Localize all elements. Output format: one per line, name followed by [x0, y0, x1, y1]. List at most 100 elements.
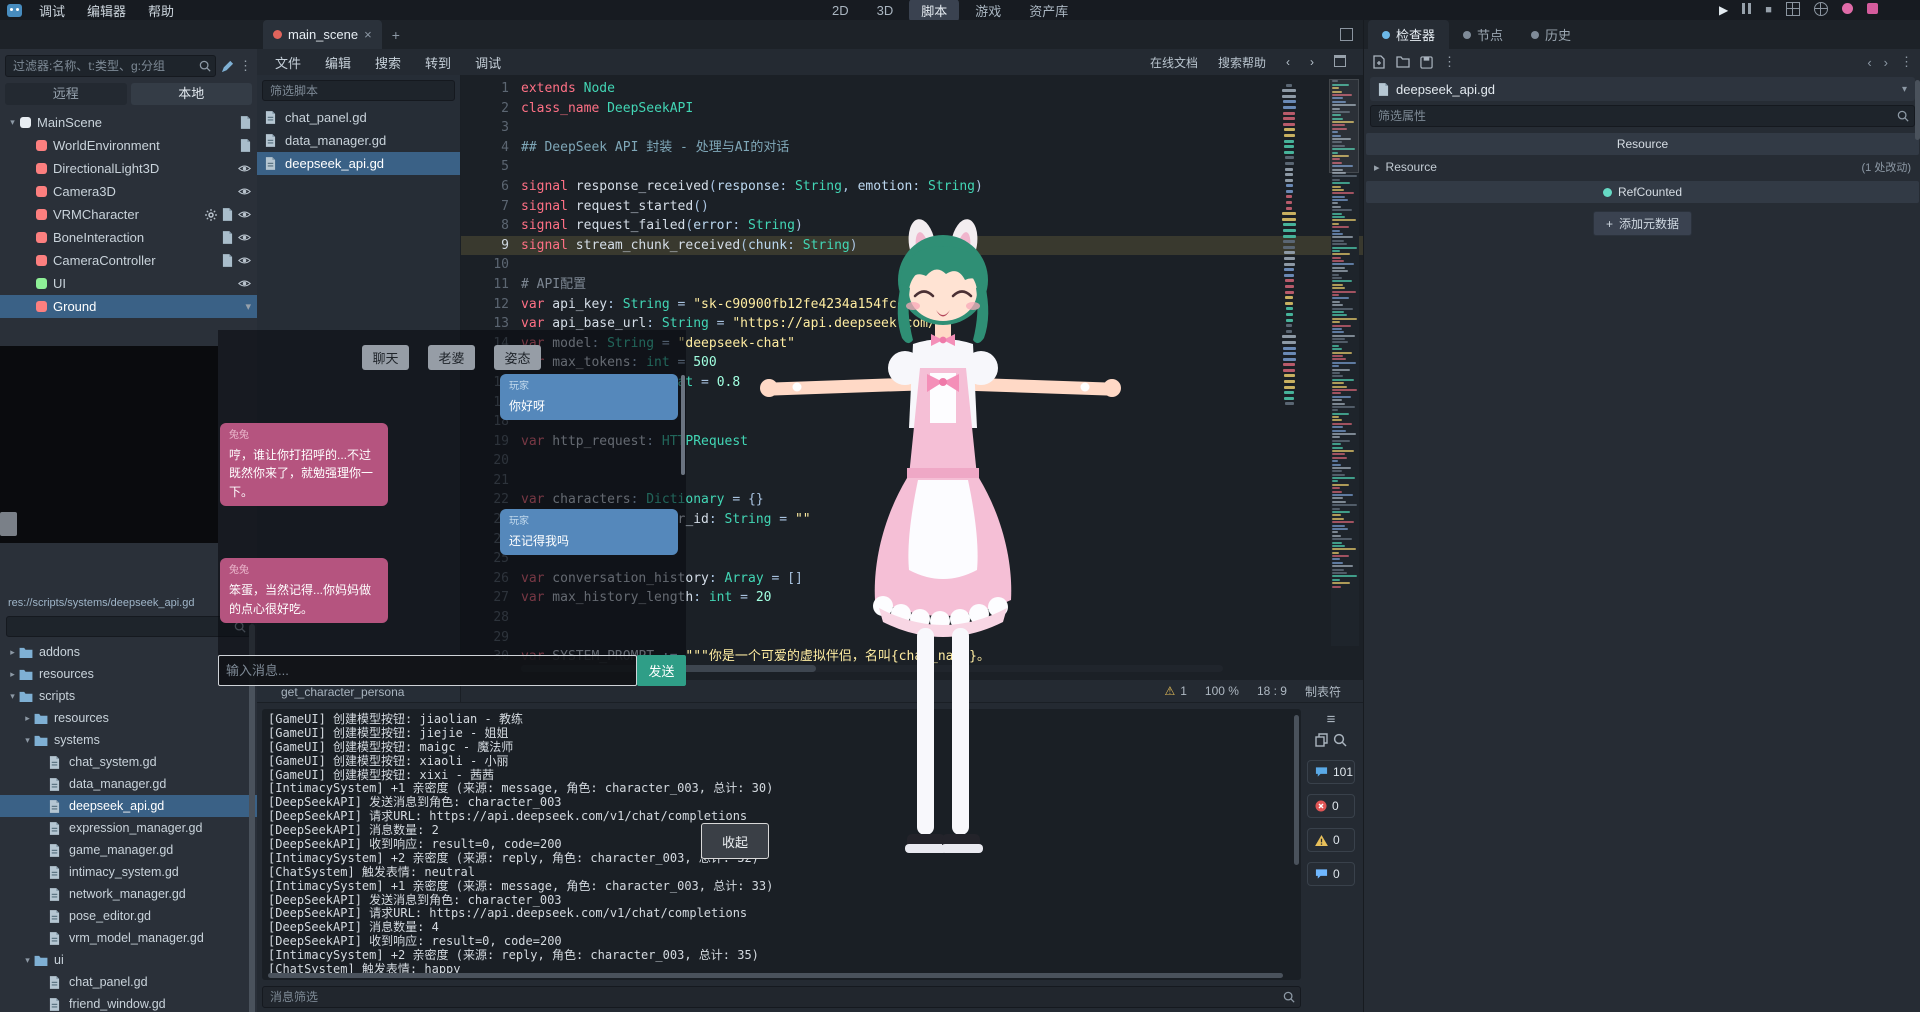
play-scene-button[interactable] [1786, 2, 1800, 19]
menu-调试[interactable]: 调试 [28, 1, 76, 20]
play-custom-button[interactable] [1814, 2, 1828, 19]
stop-button[interactable]: ■ [1765, 4, 1772, 16]
chevron-icon[interactable]: ▾ [245, 300, 251, 313]
tool-icon[interactable] [205, 209, 217, 221]
file-scripts[interactable]: ▾scripts [0, 685, 257, 707]
workspace-tab-3D[interactable]: 3D [865, 1, 906, 20]
eye-icon[interactable] [238, 278, 251, 289]
file-resources[interactable]: ▸resources [0, 707, 257, 729]
chat-scrollbar[interactable] [681, 375, 685, 475]
inspector-forward-icon[interactable]: › [1884, 55, 1888, 70]
scene-tab-main-scene[interactable]: main_scene × [263, 20, 382, 49]
tab-inspector[interactable]: 检查器 [1368, 20, 1449, 49]
output-counter-debug[interactable]: 0 [1307, 862, 1355, 886]
output-counter-warning[interactable]: 0 [1307, 828, 1355, 852]
game-tab-聊天[interactable]: 聊天 [362, 345, 409, 370]
script-menu-转到[interactable]: 转到 [413, 53, 463, 72]
code-line-5[interactable]: 5 [461, 157, 1363, 177]
script-menu-文件[interactable]: 文件 [263, 53, 313, 72]
file-chat_panel.gd[interactable]: chat_panel.gd [0, 971, 257, 993]
script-menu-调试[interactable]: 调试 [463, 53, 513, 72]
menu-编辑器[interactable]: 编辑器 [76, 1, 137, 20]
output-counter-error[interactable]: 0 [1307, 794, 1355, 818]
send-button[interactable]: 发送 [637, 655, 686, 686]
file-friend_window.gd[interactable]: friend_window.gd [0, 993, 257, 1012]
eye-icon[interactable] [238, 232, 251, 243]
scene-node-VRMCharacter[interactable]: VRMCharacter [0, 203, 257, 226]
file-network_manager.gd[interactable]: network_manager.gd [0, 883, 257, 905]
game-window-handle[interactable] [0, 512, 17, 536]
inspector-extra-icon[interactable]: ⋮ [1443, 54, 1456, 70]
minimap-viewport[interactable] [1329, 79, 1359, 173]
tab-node[interactable]: 节点 [1449, 20, 1517, 49]
search-icon[interactable] [1333, 733, 1347, 747]
code-line-12[interactable]: 12var api_key: String = "sk-c90900fb12fe… [461, 295, 1363, 315]
script-icon[interactable] [222, 231, 233, 244]
script-icon[interactable] [240, 139, 251, 152]
scene-node-BoneInteraction[interactable]: BoneInteraction [0, 226, 257, 249]
code-line-6[interactable]: 6signal response_received(response: Stri… [461, 177, 1363, 197]
tab-remote[interactable]: 远程 [5, 83, 127, 105]
code-line-10[interactable]: 10 [461, 255, 1363, 275]
filesystem-filter-input[interactable] [6, 616, 251, 637]
scene-node-CameraController[interactable]: CameraController [0, 249, 257, 272]
eye-icon[interactable] [238, 163, 251, 174]
warning-icon[interactable]: ⚠ [1164, 684, 1175, 698]
scene-dock-menu-icon[interactable]: ⋮ [239, 58, 252, 74]
file-vrm_model_manager.gd[interactable]: vrm_model_manager.gd [0, 927, 257, 949]
workspace-tab-2D[interactable]: 2D [820, 1, 861, 20]
section-resource[interactable]: ▸ Resource (1 处改动) [1364, 155, 1920, 179]
eye-icon[interactable] [238, 186, 251, 197]
float-window-icon[interactable] [1325, 55, 1355, 70]
play-button[interactable]: ▶ [1719, 3, 1728, 17]
log-hscrollbar[interactable] [268, 973, 1283, 978]
code-line-7[interactable]: 7signal request_started() [461, 197, 1363, 217]
member-overview-item[interactable]: get_character_persona [281, 685, 404, 699]
file-intimacy_system.gd[interactable]: intimacy_system.gd [0, 861, 257, 883]
add-metadata-button[interactable]: +添加元数据 [1593, 211, 1692, 236]
script-item-deepseek_api.gd[interactable]: deepseek_api.gd [257, 152, 460, 175]
scene-node-UI[interactable]: UI [0, 272, 257, 295]
close-icon[interactable]: × [364, 27, 372, 42]
save-icon[interactable] [1420, 56, 1433, 69]
output-counter-message[interactable]: 101 [1307, 760, 1355, 784]
game-tab-老婆[interactable]: 老婆 [428, 345, 475, 370]
movie-mode-icon[interactable] [1842, 3, 1853, 17]
code-line-1[interactable]: 1extends Node [461, 79, 1363, 99]
file-pose_editor.gd[interactable]: pose_editor.gd [0, 905, 257, 927]
file-expression_manager.gd[interactable]: expression_manager.gd [0, 817, 257, 839]
scene-node-MainScene[interactable]: ▾MainScene [0, 111, 257, 134]
log-vscrollbar[interactable] [1294, 715, 1299, 865]
file-data_manager.gd[interactable]: data_manager.gd [0, 773, 257, 795]
inspector-back-icon[interactable]: ‹ [1867, 55, 1871, 70]
menu-帮助[interactable]: 帮助 [137, 1, 185, 20]
copy-icon[interactable] [1315, 733, 1329, 747]
zoom-level[interactable]: 100 % [1205, 684, 1239, 698]
script-icon[interactable] [222, 254, 233, 267]
search-help-button[interactable]: 搜索帮助 [1209, 54, 1275, 71]
tab-local[interactable]: 本地 [131, 83, 253, 105]
category-resource[interactable]: Resource [1366, 133, 1919, 155]
script-item-chat_panel.gd[interactable]: chat_panel.gd [257, 106, 460, 129]
workspace-tab-脚本[interactable]: 脚本 [909, 0, 959, 22]
output-filter-input[interactable] [262, 986, 1301, 1008]
inspector-filter-input[interactable] [1370, 105, 1915, 127]
workspace-tab-资产库[interactable]: 资产库 [1017, 0, 1080, 22]
code-line-11[interactable]: 11# API配置 [461, 275, 1363, 295]
chat-input[interactable] [218, 655, 637, 686]
pause-button[interactable] [1742, 3, 1751, 17]
distraction-free-icon[interactable] [1340, 28, 1353, 41]
script-item-data_manager.gd[interactable]: data_manager.gd [257, 129, 460, 152]
tab-history[interactable]: 历史 [1517, 20, 1585, 49]
file-chat_system.gd[interactable]: chat_system.gd [0, 751, 257, 773]
code-line-9[interactable]: 9signal stream_chunk_received(chunk: Str… [461, 236, 1363, 256]
eye-icon[interactable] [238, 209, 251, 220]
godot-logo-icon[interactable] [7, 4, 22, 17]
code-line-2[interactable]: 2class_name DeepSeekAPI [461, 99, 1363, 119]
collapse-chat-button[interactable]: 收起 [701, 823, 769, 859]
file-systems[interactable]: ▾systems [0, 729, 257, 751]
file-deepseek_api.gd[interactable]: deepseek_api.gd [0, 795, 257, 817]
script-menu-编辑[interactable]: 编辑 [313, 53, 363, 72]
scene-node-Ground[interactable]: Ground▾ [0, 295, 257, 318]
code-line-3[interactable]: 3 [461, 118, 1363, 138]
